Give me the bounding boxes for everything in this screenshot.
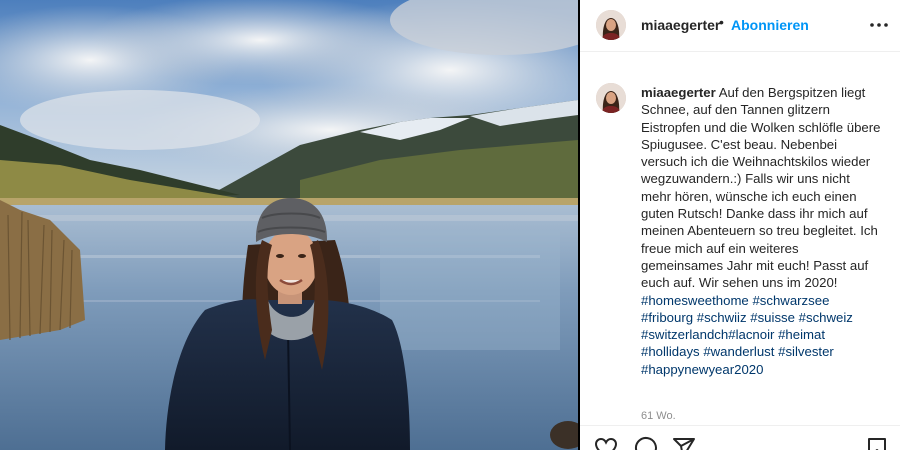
bookmark-icon[interactable]: [865, 436, 889, 450]
hashtag-link[interactable]: #silvester: [778, 344, 834, 359]
hashtag-link[interactable]: #schwiiz: [697, 310, 747, 325]
post-action-bar: [580, 425, 900, 450]
hashtag-link[interactable]: #switzerlandch: [641, 327, 728, 342]
comment-icon[interactable]: [634, 436, 658, 450]
caption-section: miaaegerter Auf den Bergspitzen liegt Sc…: [580, 53, 900, 425]
separator-dot: •: [719, 14, 724, 30]
heart-icon[interactable]: [594, 436, 618, 450]
avatar[interactable]: [596, 10, 626, 40]
profile-picture: [596, 83, 626, 113]
post-caption: miaaegerter Auf den Bergspitzen liegt Sc…: [641, 84, 881, 378]
more-options-icon[interactable]: [868, 14, 890, 36]
hashtag-link[interactable]: #hollidays: [641, 344, 700, 359]
share-icon[interactable]: [672, 436, 696, 450]
post-side-panel: miaaegerter • Abonnieren miaaegerter Auf…: [580, 0, 900, 450]
profile-picture: [596, 10, 626, 40]
lake-portrait-photo: [0, 0, 578, 450]
post-photo[interactable]: [0, 0, 578, 450]
hashtag-link[interactable]: #fribourg: [641, 310, 693, 325]
header-username[interactable]: miaaegerter: [641, 17, 720, 33]
hashtag-link[interactable]: #schwarzsee: [752, 293, 829, 308]
hashtag-link[interactable]: #happynewyear2020: [641, 362, 763, 377]
post-timestamp: 61 Wo.: [641, 410, 676, 422]
hashtag-link[interactable]: #lacnoir: [728, 327, 774, 342]
hashtag-link[interactable]: #suisse: [750, 310, 795, 325]
hashtag-link[interactable]: #heimat: [778, 327, 825, 342]
caption-text: Auf den Bergspitzen liegt Schnee, auf de…: [641, 85, 881, 291]
post-header: miaaegerter • Abonnieren: [580, 0, 900, 52]
hashtag-link[interactable]: #schweiz: [799, 310, 853, 325]
follow-button[interactable]: Abonnieren: [731, 17, 809, 33]
caption-avatar[interactable]: [596, 83, 626, 113]
hashtag-link[interactable]: #wanderlust: [703, 344, 774, 359]
caption-username[interactable]: miaaegerter: [641, 85, 716, 100]
hashtag-list: #homesweethome #schwarzsee #fribourg #sc…: [641, 292, 881, 378]
hashtag-link[interactable]: #homesweethome: [641, 293, 749, 308]
